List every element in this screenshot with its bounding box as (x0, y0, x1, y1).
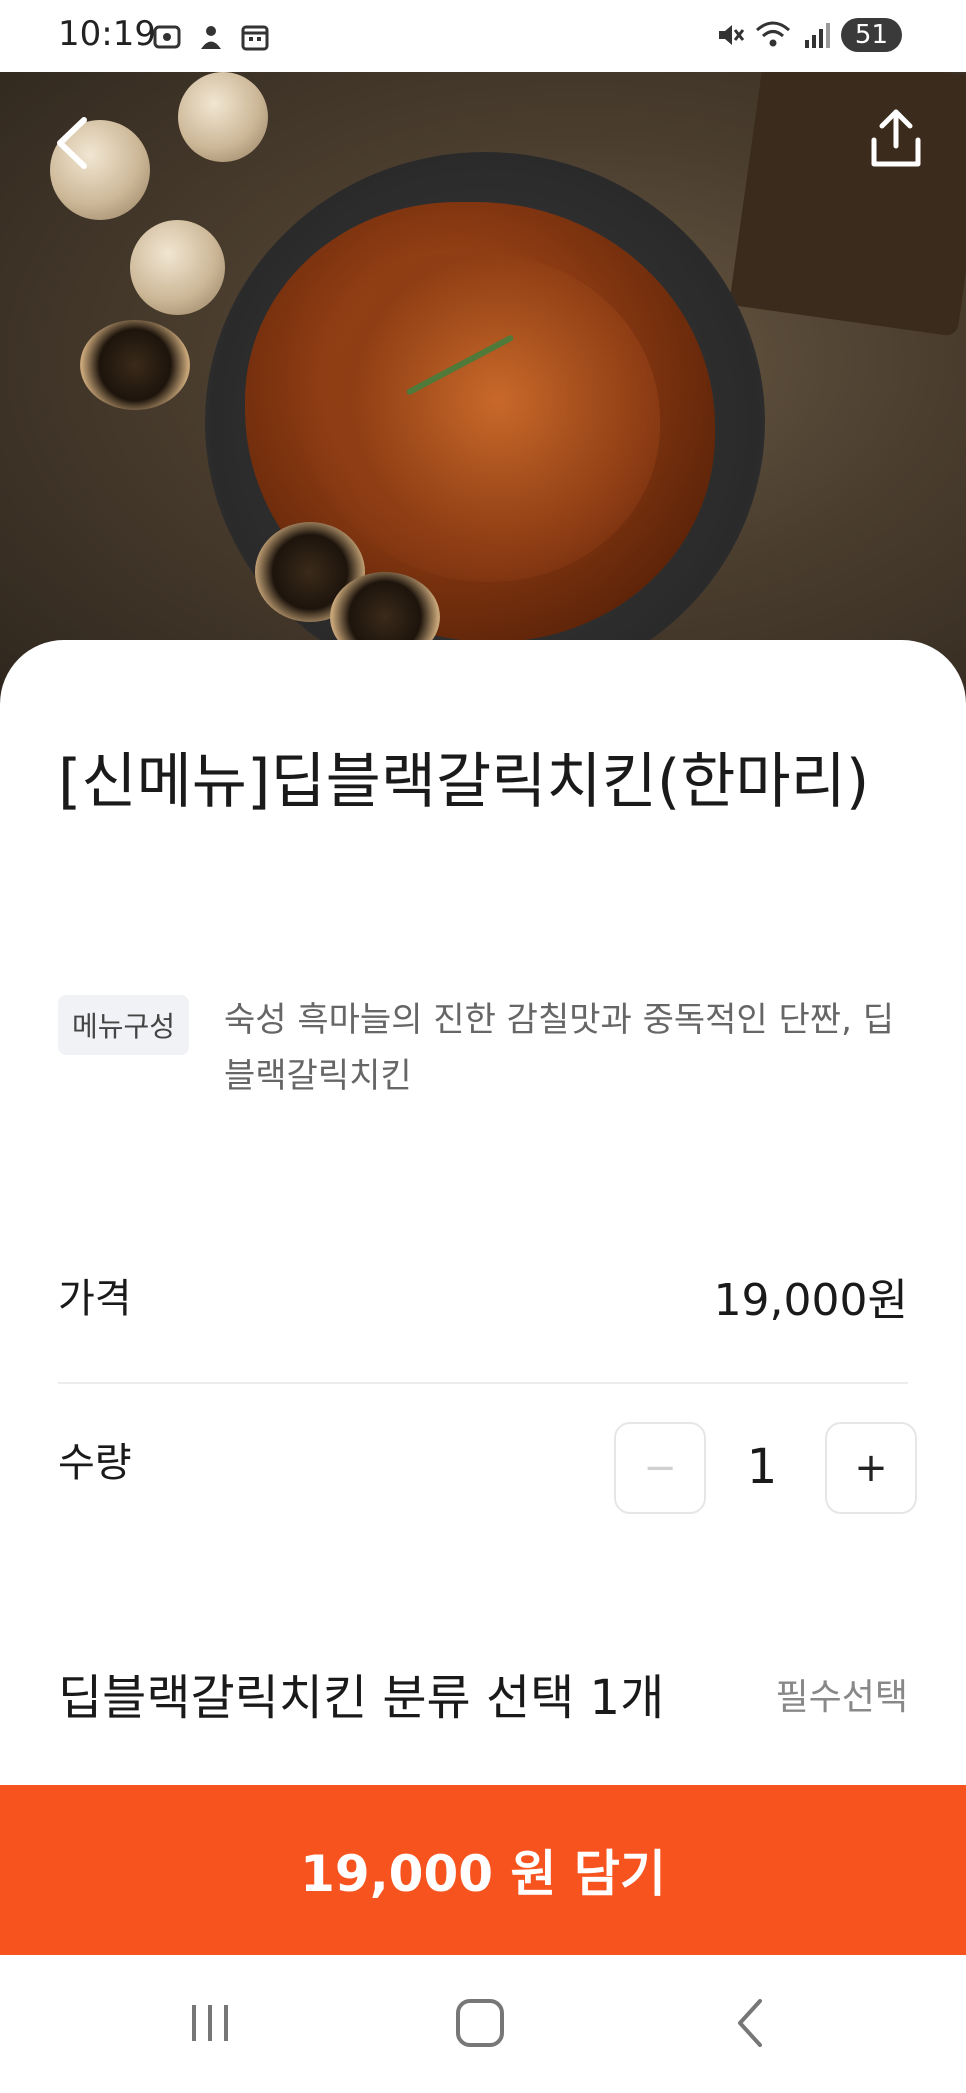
option-group-title: 딥블랙갈릭치킨 분류 선택 1개 (58, 1670, 665, 1726)
home-icon[interactable] (450, 1993, 510, 2053)
share-icon[interactable] (856, 100, 936, 180)
signal-icon (804, 23, 830, 48)
mute-icon (718, 25, 745, 45)
recent-apps-icon[interactable] (180, 1993, 240, 2053)
quantity-label: 수량 (58, 1440, 132, 1486)
status-notification-icons (152, 22, 270, 52)
garlic-bulb (130, 220, 225, 315)
screenshot-icon (153, 25, 181, 49)
product-image (0, 72, 966, 712)
status-time: 10:19 (58, 14, 156, 54)
battery-indicator: 51 (840, 18, 902, 52)
quantity-increase-button[interactable]: + (825, 1422, 917, 1514)
option-required-label: 필수선택 (775, 1677, 908, 1718)
status-bar: 10:19 51 (0, 0, 966, 72)
quantity-decrease-button[interactable]: − (614, 1422, 706, 1514)
price-label: 가격 (58, 1276, 132, 1322)
add-to-cart-button[interactable]: 19,000 원 담기 (0, 1785, 966, 1955)
nav-back-icon[interactable] (722, 1993, 782, 2053)
assistant-icon (201, 26, 221, 49)
back-icon[interactable] (40, 108, 110, 178)
menu-composition-badge: 메뉴구성 (58, 995, 190, 1055)
product-description: 숙성 흑마늘의 진한 감칠맛과 중독적인 단짠, 딥블랙갈릭치킨 (224, 1000, 894, 1096)
price-value: 19,000원 (713, 1275, 908, 1326)
quantity-value: 1 (746, 1439, 778, 1495)
status-system-icons: 51 (715, 18, 902, 52)
system-navigation-bar (0, 1955, 966, 2093)
divider (58, 1382, 908, 1384)
garlic-bulb (178, 72, 268, 162)
calendar-icon (241, 25, 269, 51)
wifi-icon (755, 21, 790, 47)
black-garlic (80, 320, 190, 410)
product-title: [신메뉴]딥블랙갈릭치킨(한마리) (58, 747, 870, 817)
